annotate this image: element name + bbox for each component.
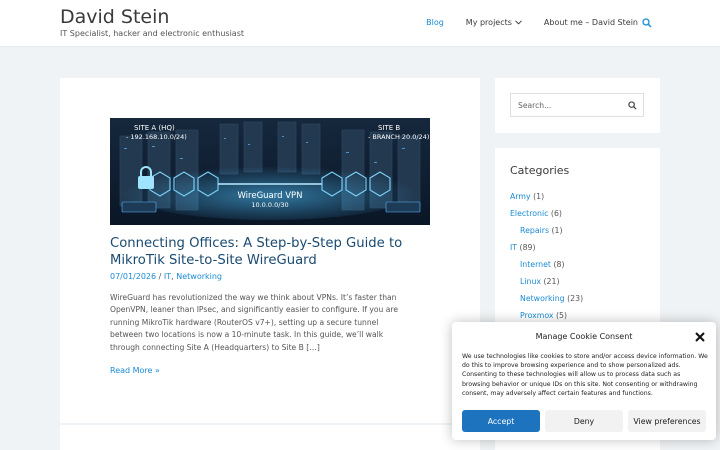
category-link-electronic[interactable]: Electronic — [510, 209, 548, 218]
close-icon[interactable] — [694, 331, 706, 343]
category-link-repairs[interactable]: Repairs — [520, 226, 549, 235]
hero-site-a-label: SITE A (HQ) — [134, 124, 175, 132]
meta-separator: / — [156, 272, 164, 281]
category-item: IT (89) — [510, 243, 536, 252]
site-header: David Stein IT Specialist, hacker and el… — [0, 0, 720, 47]
search-input[interactable]: Search... — [510, 93, 644, 117]
nav-item-blog[interactable]: Blog — [426, 18, 444, 27]
category-link-linux[interactable]: Linux — [520, 277, 541, 286]
chevron-down-icon — [515, 20, 522, 25]
category-link-it[interactable]: IT — [510, 243, 517, 252]
cookie-consent-dialog: Manage Cookie Consent We use technologie… — [452, 322, 716, 440]
view-preferences-button[interactable]: View preferences — [628, 410, 706, 432]
category-link-internet[interactable]: Internet — [520, 260, 551, 269]
post-meta: 07/01/2026 / IT, Networking — [110, 272, 222, 281]
site-description: IT Specialist, hacker and electronic ent… — [60, 29, 245, 38]
deny-button[interactable]: Deny — [545, 410, 623, 432]
post-card: SITE A (HQ) - 192.168.10.0/24) SITE B - … — [60, 78, 480, 423]
accept-button[interactable]: Accept — [462, 410, 540, 432]
category-link-army[interactable]: Army — [510, 192, 531, 201]
category-item: Electronic (6) — [510, 209, 562, 218]
hero-vpn-label: WireGuard VPN — [237, 191, 302, 201]
post-category-networking[interactable]: Networking — [176, 272, 222, 281]
post-title[interactable]: Connecting Offices: A Step-by-Step Guide… — [110, 235, 430, 269]
read-more-link[interactable]: Read More » — [110, 366, 160, 375]
nav-item-my-projects[interactable]: My projects — [466, 18, 522, 27]
hero-site-b-net: - BRANCH 20.0/24) — [368, 133, 429, 141]
categories-list: Army (1) Electronic (6) Repairs (1) IT (… — [510, 192, 583, 328]
cookie-title: Manage Cookie Consent — [535, 332, 633, 341]
main-nav: Blog My projects About me – David Stein — [404, 18, 638, 27]
cookie-text: We use technologies like cookies to stor… — [462, 353, 708, 397]
hero-vpn-net: 10.0.0.0/30 — [251, 201, 288, 209]
site-title[interactable]: David Stein — [60, 6, 169, 28]
search-icon[interactable] — [642, 18, 652, 28]
category-item: Internet (8) — [520, 260, 565, 269]
next-post-card — [60, 425, 480, 450]
post-date: 07/01/2026 — [110, 272, 157, 281]
search-placeholder: Search... — [518, 101, 552, 110]
category-item: Networking (23) — [520, 294, 584, 303]
categories-title: Categories — [510, 164, 570, 177]
sidebar-search-widget: Search... — [495, 78, 660, 133]
hero-site-a-net: - 192.168.10.0/24) — [126, 133, 187, 141]
post-featured-image[interactable]: SITE A (HQ) - 192.168.10.0/24) SITE B - … — [110, 118, 430, 225]
nav-item-about[interactable]: About me – David Stein — [544, 18, 638, 27]
category-item: Repairs (1) — [520, 226, 563, 235]
hero-site-b-label: SITE B — [378, 124, 400, 132]
category-link-proxmox[interactable]: Proxmox — [520, 311, 553, 320]
post-excerpt: WireGuard has revolutionized the way we … — [110, 293, 399, 352]
category-link-networking[interactable]: Networking — [520, 294, 565, 303]
hero-illustration: SITE A (HQ) - 192.168.10.0/24) SITE B - … — [110, 118, 430, 225]
category-item: Army (1) — [510, 192, 545, 201]
category-item: Linux (21) — [520, 277, 560, 286]
search-icon[interactable] — [628, 101, 637, 110]
